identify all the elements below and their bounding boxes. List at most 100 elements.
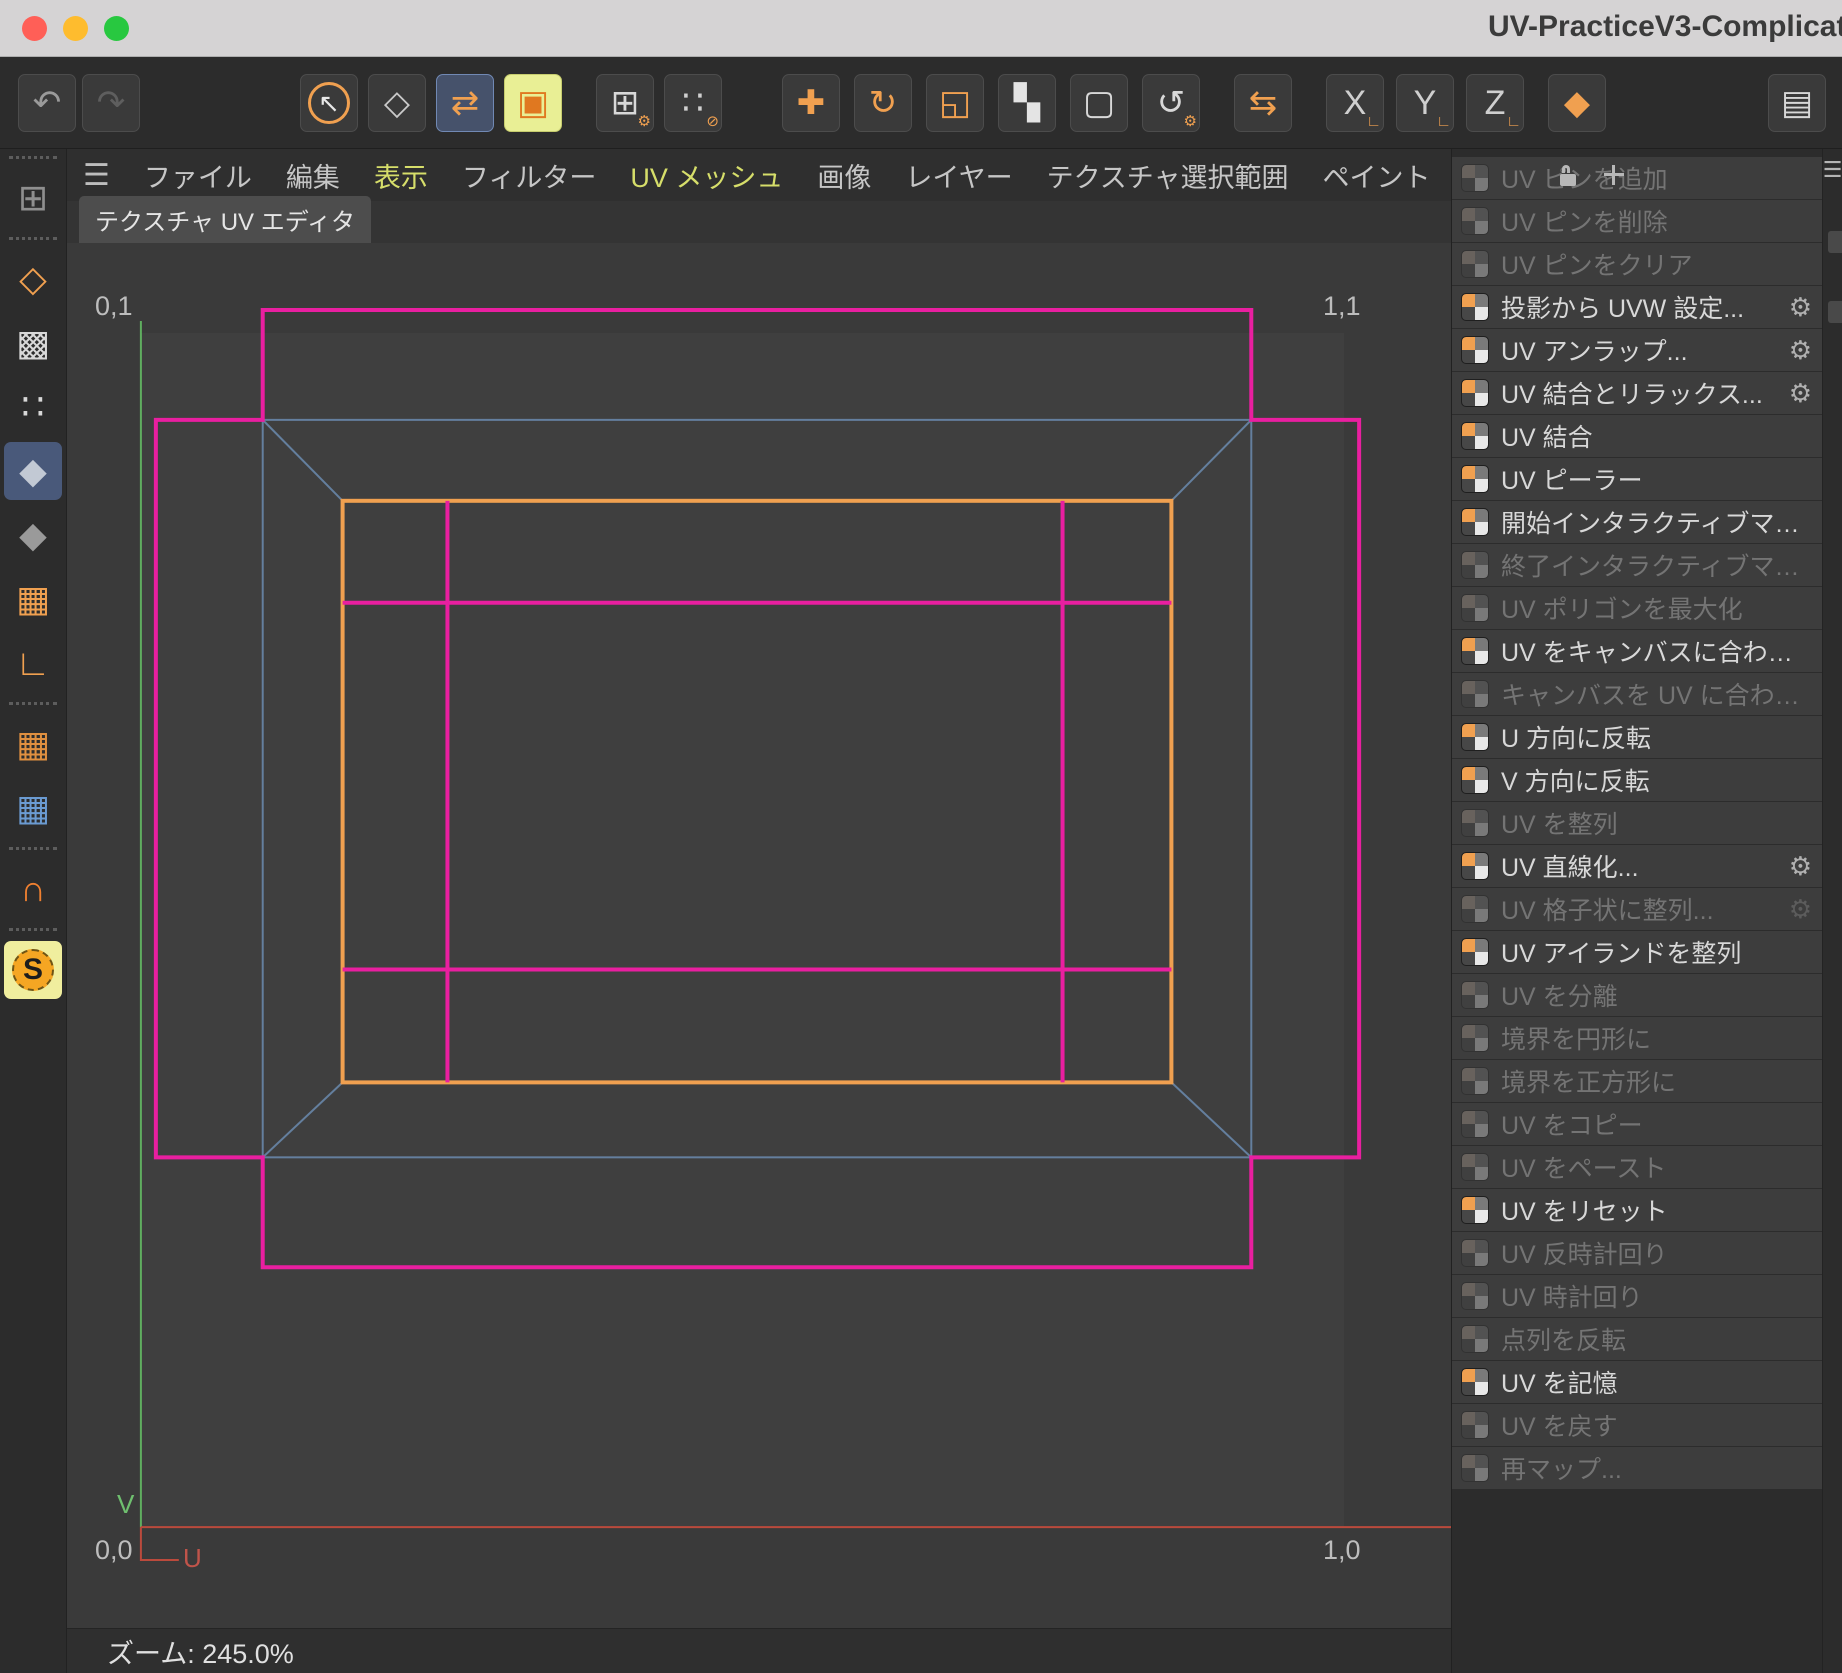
gear-icon[interactable]: ⚙ [1789,292,1812,323]
rotate-tool-icon: ↻ [869,86,898,120]
uv-remember-command[interactable]: UV を記憶 [1452,1361,1822,1403]
x-axis-lock-button[interactable]: X∟ [1326,74,1384,132]
menu-item-uv-mesh[interactable]: UV メッシュ [630,156,783,195]
command-label: UV ピンを追加 [1501,160,1668,196]
fullscreen-button[interactable] [104,16,129,41]
right-edge-strip: ☰ [1822,149,1842,1673]
rotate-snap-button[interactable]: ↺⚙ [1142,74,1200,132]
command-label: UV 直線化... [1501,848,1639,884]
z-axis-lock-button[interactable]: Z∟ [1466,74,1524,132]
gear-icon[interactable]: ⚙ [1789,335,1812,366]
uv-weld-icon [1462,423,1488,449]
checker-cube-icon: ▩ [16,325,50,361]
clipped-icon [1828,301,1842,323]
statusbar: ズーム: 245.0% [67,1628,1451,1673]
checker-cube-button[interactable]: ▩ [4,314,62,372]
content-browser-button[interactable]: ▤ [1768,74,1826,132]
lock-icon [1560,174,1576,186]
x-axis-lock-icon: X [1344,86,1367,120]
menu-item-layer[interactable]: レイヤー [905,156,1012,195]
command-label: 再マップ... [1501,1450,1622,1486]
poly-cube-button[interactable]: ◆ [4,442,62,500]
menu-item-image[interactable]: 画像 [817,156,871,195]
scale-tool-icon: ◱ [939,86,971,120]
pan-view-icon[interactable] [1604,165,1624,185]
redo-button[interactable]: ↷ [82,74,140,132]
command-label: 開始インタラクティブマッピング [1501,504,1812,540]
coord-label-bottom-left: 0,0 [95,1535,133,1566]
uvw-projection-command[interactable]: 投影から UVW 設定...⚙ [1452,286,1822,328]
menu-item-filter[interactable]: フィルター [462,156,596,195]
uv-command-list: UV ピンを追加UV ピンを削除UV ピンをクリア投影から UVW 設定...⚙… [1452,149,1822,1673]
visibility-dots-button[interactable]: ∷⊘ [664,74,722,132]
uv-straighten-command[interactable]: UV 直線化... ⚙ [1452,845,1822,887]
uv-transform-button[interactable]: ⇄ [436,74,494,132]
fit-canvas-to-uv-icon [1462,681,1488,707]
move-tool-button[interactable]: ✚ [782,74,840,132]
uv-editor-column: ☰ ファイル編集表示フィルター UV メッシュ画像レイヤーテクスチャ選択範囲ペイント… [67,149,1451,1673]
menu-item-texture-selection[interactable]: テクスチャ選択範囲 [1047,156,1289,195]
command-label: U 方向に反転 [1501,719,1651,755]
menu-item-paint[interactable]: ペイント [1323,156,1431,195]
axis-tool-button[interactable]: ∟ [4,634,62,692]
sub-badge-icon: ⚙ [638,112,651,130]
command-label: UV 結合とリラックス... [1501,375,1763,411]
axis-orient-icon: ◆ [1564,86,1590,120]
uv-pin-remove-command: UV ピンを削除 [1452,200,1822,242]
flip-u-command[interactable]: U 方向に反転 [1452,716,1822,758]
model-mode-button[interactable]: ◇ [368,74,426,132]
coord-swap-button[interactable]: ⇆ [1234,74,1292,132]
uv-weld-command[interactable]: UV 結合 [1452,415,1822,457]
gear-icon[interactable]: ⚙ [1789,851,1812,882]
uv-peeler-command[interactable]: UV ピーラー [1452,458,1822,500]
region-select-button[interactable]: ▢ [1070,74,1128,132]
fit-uv-to-canvas-command[interactable]: UV をキャンバスに合わせる [1452,630,1822,672]
uv-unwrap-command[interactable]: UV アンラップ...⚙ [1452,329,1822,371]
workplane-button[interactable]: ⊞⚙ [596,74,654,132]
live-selection-button[interactable]: ↖ [300,74,358,132]
uv-weld-relax-command[interactable]: UV 結合とリラックス... ⚙ [1452,372,1822,414]
view-cubes-button[interactable]: ⊞ [4,169,62,227]
flip-v-command[interactable]: V 方向に反転 [1452,759,1822,801]
uv-copy-icon [1462,1111,1488,1137]
command-label: V 方向に反転 [1501,762,1650,798]
visibility-dots-icon: ∷ [682,86,704,120]
tab-texture-uv-editor[interactable]: テクスチャ UV エディタ [79,196,371,243]
interactive-mapping-start-command[interactable]: 開始インタラクティブマッピング [1452,501,1822,543]
uv-reset-command[interactable]: UV をリセット [1452,1189,1822,1231]
minimize-button[interactable] [63,16,88,41]
solid-cube-button[interactable]: ◆ [4,506,62,564]
point-cube-button[interactable]: ∷ [4,378,62,436]
region-select-icon: ▢ [1083,86,1115,120]
uv-wireframe-layer [67,243,1451,1628]
uv-canvas[interactable]: 0,1 1,1 0,0 1,0 V U [67,243,1451,1628]
undo-button[interactable]: ↶ [18,74,76,132]
axis-tool-icon: ∟ [15,645,50,681]
menu-hamburger-icon[interactable]: ☰ [83,158,110,193]
menu-item-file[interactable]: ファイル [144,156,252,195]
snap-lock-button[interactable]: ▚ [998,74,1056,132]
snap-s-button[interactable]: S [4,941,62,999]
axis-orient-button[interactable]: ◆ [1548,74,1606,132]
gear-icon[interactable]: ⚙ [1789,378,1812,409]
coord-label-top-right: 1,1 [1323,291,1361,322]
sidebar-separator [9,847,57,850]
uv-lock-grid-button[interactable]: ▦ [4,779,62,837]
uv-edit-mode-button[interactable]: ▣ [504,74,562,132]
uv-mesh-grid-button[interactable]: ▦ [4,715,62,773]
toolbar: ↶↷ ↖◇⇄▣ ⊞⚙∷⊘ ✚ ↻ ◱ ▚ ▢ ↺⚙ ⇆ X∟Y∟Z∟ ◆ ▤ [0,57,1842,149]
y-axis-lock-button[interactable]: Y∟ [1396,74,1454,132]
close-button[interactable] [22,16,47,41]
wire-cube-button[interactable]: ◇ [4,250,62,308]
rotate-tool-button[interactable]: ↻ [854,74,912,132]
sidebar-separator [9,702,57,705]
scale-tool-button[interactable]: ◱ [926,74,984,132]
menu-item-edit[interactable]: 編集 [286,156,340,195]
panel-menu-icon[interactable]: ☰ [1823,157,1842,183]
uv-align-islands-command[interactable]: UV アイランドを整列 [1452,931,1822,973]
uv-separate-icon [1462,982,1488,1008]
magnet-snap-button[interactable]: ∩ [4,860,62,918]
menu-item-view[interactable]: 表示 [374,156,428,195]
texture-tile-button[interactable]: ▦ [4,570,62,628]
boundary-circle-command: 境界を円形に [1452,1017,1822,1059]
